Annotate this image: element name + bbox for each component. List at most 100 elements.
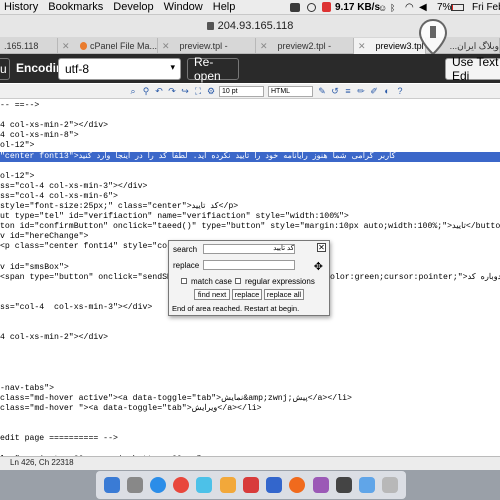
regex-checkbox[interactable] bbox=[235, 278, 241, 284]
menu-help[interactable]: Help bbox=[213, 1, 236, 13]
pencil-icon[interactable]: ✏ bbox=[356, 86, 366, 96]
menu-bar: History Bookmarks Develop Window Help 9.… bbox=[0, 0, 500, 15]
tab-preview[interactable]: ✕ preview.tpl - bbox=[158, 38, 256, 54]
close-icon[interactable]: ✕ bbox=[317, 243, 326, 252]
wifi-icon[interactable]: ◠ bbox=[405, 2, 414, 13]
tab-label: cPanel File Ma... bbox=[89, 41, 157, 51]
open-button[interactable]: u bbox=[0, 58, 10, 80]
binoculars-icon[interactable]: ⌕ bbox=[128, 86, 138, 96]
bluetooth-icon[interactable]: ᛒ bbox=[390, 3, 395, 13]
font-size-value: 10 pt bbox=[222, 87, 238, 95]
word-wrap-icon[interactable]: ≡ bbox=[343, 86, 353, 96]
battery-icon[interactable] bbox=[451, 4, 464, 11]
search-label: search bbox=[173, 245, 198, 254]
editor-toolbar: ⌕ ⚲ ↶ ↷ ↪ ⛶ ⚙ 10 pt HTML ✎ ↺ ≡ ✏ ✐ ◐ ? bbox=[0, 84, 500, 99]
replace-input[interactable] bbox=[203, 260, 295, 270]
help-icon[interactable]: ? bbox=[395, 86, 405, 96]
firefox-icon[interactable] bbox=[289, 477, 306, 493]
code-line: ol-12"> bbox=[0, 141, 35, 151]
use-text-editor-button[interactable]: Use Text Edi bbox=[445, 55, 500, 83]
search-input[interactable]: کد تایید bbox=[203, 244, 295, 254]
toggle-icon[interactable]: ◐ bbox=[382, 86, 392, 96]
highlight-icon[interactable]: ✎ bbox=[317, 86, 327, 96]
trash-icon[interactable] bbox=[382, 477, 399, 493]
sync-icon[interactable] bbox=[307, 3, 316, 12]
code-line: v id="smsBox"> bbox=[0, 262, 69, 272]
desktop-dock-area bbox=[0, 470, 500, 500]
tab-server[interactable]: .165.118 bbox=[0, 38, 58, 54]
code-line: edit page ========== --> bbox=[0, 434, 118, 444]
reopen-button[interactable]: Re-open bbox=[187, 55, 239, 83]
code-line: 4 col-xs-min-2"></div> bbox=[0, 121, 109, 131]
notes-icon[interactable] bbox=[219, 477, 236, 493]
safari-icon[interactable] bbox=[150, 477, 167, 493]
brush-icon[interactable]: ✐ bbox=[369, 86, 379, 96]
terminal-icon[interactable] bbox=[335, 477, 352, 493]
address-bar[interactable]: 204.93.165.118 bbox=[206, 20, 294, 32]
find-next-button[interactable]: find next bbox=[194, 289, 230, 300]
code-line: 4 col-xs-min-8"> bbox=[0, 131, 79, 141]
code-line: v id="hereChange"> bbox=[0, 232, 89, 242]
app-icon[interactable] bbox=[312, 477, 329, 493]
menu-history[interactable]: History bbox=[4, 1, 38, 13]
code-line: 4 col-xs-min-2"></div> bbox=[0, 333, 109, 343]
close-tab-icon[interactable]: ✕ bbox=[260, 41, 268, 52]
syntax-select[interactable]: HTML bbox=[268, 85, 313, 97]
battery-percent: 7% bbox=[437, 2, 452, 13]
reset-icon[interactable]: ↺ bbox=[330, 86, 340, 96]
code-line: ton id="confirmButton" onclick="taeed()"… bbox=[0, 222, 500, 232]
tab-cpanel[interactable]: ✕ cPanel File Ma... bbox=[58, 38, 158, 54]
telegram-icon[interactable] bbox=[196, 477, 213, 493]
network-speed: 9.17 KB/s bbox=[335, 2, 381, 13]
code-line: class="md-hover active"><a data-toggle="… bbox=[0, 393, 352, 403]
font-size-select[interactable]: 10 pt bbox=[219, 85, 264, 97]
redo-icon[interactable]: ↷ bbox=[167, 86, 177, 96]
user-icon[interactable]: ☺ bbox=[378, 3, 387, 13]
fullscreen-icon[interactable]: ⛶ bbox=[193, 86, 203, 96]
settings-icon[interactable]: ⚙ bbox=[206, 86, 216, 96]
replace-all-button[interactable]: replace all bbox=[264, 289, 304, 300]
menu-window[interactable]: Window bbox=[164, 1, 203, 13]
code-line: ut type="tel" id="verifiaction" name="ve… bbox=[0, 212, 349, 222]
close-tab-icon[interactable]: ✕ bbox=[358, 41, 366, 52]
finder-icon[interactable] bbox=[103, 477, 120, 493]
word-icon[interactable] bbox=[266, 477, 283, 493]
goto-line-icon[interactable]: ↪ bbox=[180, 86, 190, 96]
code-line: -- ==--> bbox=[0, 101, 40, 110]
close-tab-icon[interactable]: ✕ bbox=[62, 41, 70, 52]
chrome-icon[interactable] bbox=[173, 477, 190, 493]
code-fragment: olor:green;cursor:pointer;">ارسال دوباره… bbox=[330, 272, 500, 282]
find-status-message: End of area reached. Restart at begin. bbox=[172, 304, 300, 313]
filezilla-icon[interactable] bbox=[242, 477, 259, 493]
code-line: -nav-tabs"> bbox=[0, 383, 55, 393]
move-icon[interactable]: ✥ bbox=[314, 260, 323, 273]
tab-preview3[interactable]: ✕ preview3.tpl - bbox=[354, 38, 426, 54]
syntax-value: HTML bbox=[271, 87, 291, 95]
clock[interactable]: Fri Feb bbox=[472, 2, 500, 13]
editor-status-bar: Ln 426, Ch 22318 bbox=[0, 456, 500, 470]
encoding-select[interactable]: utf-8 ▾ bbox=[58, 58, 181, 80]
url-text: 204.93.165.118 bbox=[217, 20, 294, 32]
undo-icon[interactable]: ↶ bbox=[154, 86, 164, 96]
code-line: style="font-size:25px;" class="center">ک… bbox=[0, 202, 239, 211]
regex-label: regular expressions bbox=[245, 277, 315, 286]
match-case-checkbox[interactable] bbox=[181, 278, 187, 284]
menu-bookmarks[interactable]: Bookmarks bbox=[48, 1, 103, 13]
dropbox-icon[interactable] bbox=[290, 3, 300, 12]
menu-develop[interactable]: Develop bbox=[113, 1, 153, 13]
find-replace-dialog: search کد تایید ✕ replace ✥ match case r… bbox=[168, 240, 330, 316]
close-tab-icon[interactable]: ✕ bbox=[162, 41, 170, 52]
code-line: ss="col-4 col-xs-min-3"></div> bbox=[0, 303, 153, 312]
dock bbox=[96, 471, 406, 499]
code-line: <p class="center font14" style="col bbox=[0, 242, 172, 252]
editor-app-bar: u Encoding: utf-8 ▾ Re-open Use Text Edi bbox=[0, 54, 500, 83]
replace-button[interactable]: replace bbox=[232, 289, 262, 300]
folder-icon[interactable] bbox=[359, 477, 376, 493]
tab-preview2[interactable]: ✕ preview2.tpl - bbox=[256, 38, 354, 54]
code-line: ss="col-4 col-xs-min-6"> bbox=[0, 191, 118, 201]
code-line: class="md-hover "><a data-toggle="tab">و… bbox=[0, 404, 262, 413]
launchpad-icon[interactable] bbox=[126, 477, 143, 493]
volume-icon[interactable]: ◀ bbox=[419, 2, 427, 13]
antivirus-icon[interactable] bbox=[322, 2, 331, 12]
search-icon[interactable]: ⚲ bbox=[141, 86, 151, 96]
